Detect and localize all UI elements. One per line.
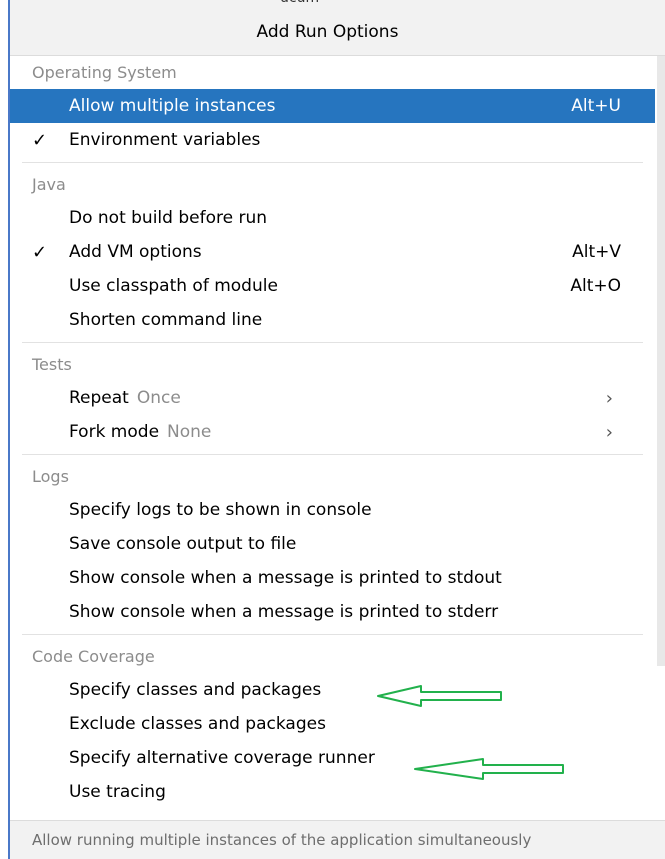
- option-label: Allow multiple instances: [69, 96, 276, 116]
- section-header-code-coverage: Code Coverage: [32, 647, 155, 666]
- option-exclude-classes-and-packages[interactable]: Exclude classes and packages: [10, 707, 655, 741]
- popup-description-footer: Allow running multiple instances of the …: [10, 820, 665, 859]
- check-icon: ✓: [32, 129, 48, 151]
- popup-title-bar: Add Run Options: [10, 8, 665, 56]
- option-add-vm-options[interactable]: ✓ Add VM options Alt+V: [10, 235, 655, 269]
- option-label: Fork mode None: [69, 422, 211, 442]
- annotation-arrow-icon: [377, 685, 502, 707]
- option-environment-variables[interactable]: ✓ Environment variables: [10, 123, 655, 157]
- option-label: Save console output to file: [69, 534, 297, 554]
- check-icon: ✓: [32, 241, 48, 263]
- section-divider: [22, 342, 643, 343]
- option-label: Use classpath of module: [69, 276, 278, 296]
- top-strip-text: ucum: [280, 0, 319, 6]
- option-label: Environment variables: [69, 130, 261, 150]
- option-do-not-build-before-run[interactable]: Do not build before run: [10, 201, 655, 235]
- option-label-text: Fork mode: [69, 422, 160, 442]
- option-label: Specify logs to be shown in console: [69, 500, 372, 520]
- option-fork-mode[interactable]: Fork mode None ›: [10, 415, 655, 449]
- section-divider: [22, 454, 643, 455]
- shortcut-label: Alt+O: [570, 276, 621, 296]
- option-label: Shorten command line: [69, 310, 263, 330]
- option-label: Show console when a message is printed t…: [69, 568, 502, 588]
- section-header-logs: Logs: [32, 467, 69, 486]
- option-value: None: [167, 422, 212, 442]
- option-label: Use tracing: [69, 782, 166, 802]
- popup-title: Add Run Options: [256, 21, 399, 42]
- section-header-java: Java: [32, 175, 66, 194]
- option-label: Add VM options: [69, 242, 202, 262]
- section-header-operating-system: Operating System: [32, 63, 177, 82]
- option-shorten-command-line[interactable]: Shorten command line: [10, 303, 655, 337]
- chevron-right-icon: ›: [605, 421, 613, 443]
- option-allow-multiple-instances[interactable]: Allow multiple instances Alt+U: [10, 89, 655, 123]
- option-use-classpath-of-module[interactable]: Use classpath of module Alt+O: [10, 269, 655, 303]
- add-run-options-popup: ucum Add Run Options Operating System Al…: [0, 0, 665, 859]
- option-label: Show console when a message is printed t…: [69, 602, 499, 622]
- option-show-console-stderr[interactable]: Show console when a message is printed t…: [10, 595, 655, 629]
- option-repeat[interactable]: Repeat Once ›: [10, 381, 655, 415]
- option-value: Once: [136, 388, 181, 408]
- top-strip: ucum: [10, 0, 665, 8]
- option-label: Repeat Once: [69, 388, 181, 408]
- section-divider: [22, 162, 643, 163]
- option-label: Specify classes and packages: [69, 680, 322, 700]
- option-label: Specify alternative coverage runner: [69, 748, 375, 768]
- section-header-tests: Tests: [32, 355, 72, 374]
- annotation-arrow-icon: [414, 758, 564, 780]
- shortcut-label: Alt+V: [572, 242, 621, 262]
- option-specify-logs[interactable]: Specify logs to be shown in console: [10, 493, 655, 527]
- section-divider: [22, 634, 643, 635]
- option-show-console-stdout[interactable]: Show console when a message is printed t…: [10, 561, 655, 595]
- option-label: Exclude classes and packages: [69, 714, 326, 734]
- scrollbar-track[interactable]: [657, 56, 665, 666]
- shortcut-label: Alt+U: [571, 96, 621, 116]
- option-save-console-output[interactable]: Save console output to file: [10, 527, 655, 561]
- chevron-right-icon: ›: [605, 387, 613, 409]
- footer-text: Allow running multiple instances of the …: [32, 831, 532, 849]
- option-specify-classes-and-packages[interactable]: Specify classes and packages: [10, 673, 655, 707]
- option-label-text: Repeat: [69, 388, 129, 408]
- option-label: Do not build before run: [69, 208, 267, 228]
- options-list: Operating System Allow multiple instance…: [10, 56, 655, 809]
